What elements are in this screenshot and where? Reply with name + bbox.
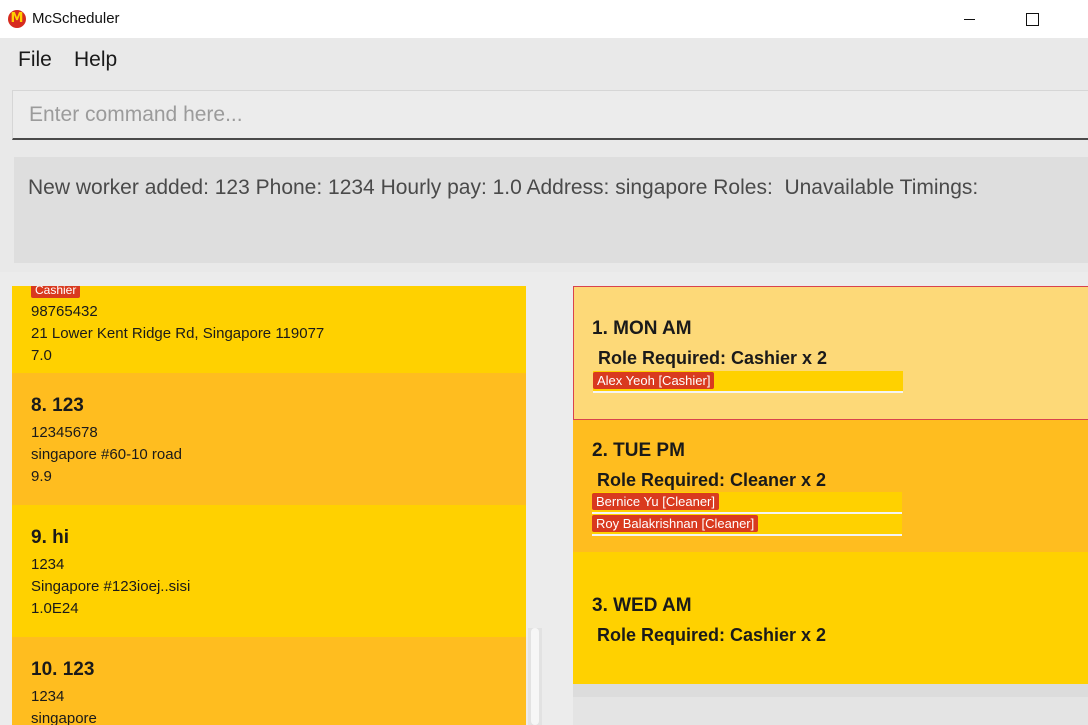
scroll-thumb[interactable]: [531, 628, 539, 725]
worker-title: 8. 123: [31, 395, 84, 416]
main-area: Cashier 98765432 21 Lower Kent Ridge Rd,…: [0, 272, 1088, 725]
shift-role: Role Required: Cashier x 2: [597, 625, 827, 645]
minimize-icon[interactable]: [946, 0, 992, 38]
menu-file[interactable]: File: [18, 48, 52, 72]
shift-title: 1. MON AM: [592, 318, 692, 339]
shift-title: 3. WED AM: [592, 595, 692, 616]
shift-title: 2. TUE PM: [592, 440, 685, 461]
worker-list[interactable]: Cashier 98765432 21 Lower Kent Ridge Rd,…: [12, 286, 526, 725]
window-title: McScheduler: [32, 10, 120, 27]
assignment-row[interactable]: Alex Yeoh [Cashier]: [593, 371, 903, 393]
worker-address: singapore: [31, 710, 97, 725]
worker-address: 21 Lower Kent Ridge Rd, Singapore 119077: [31, 325, 325, 342]
worker-phone: 98765432: [31, 303, 98, 320]
worker-address: singapore #60-10 road: [31, 446, 182, 463]
worker-card[interactable]: 9. hi 1234 Singapore #123ioej..sisi 1.0E…: [12, 505, 526, 637]
shift-role: Role Required: Cashier x 2: [598, 348, 828, 368]
result-area: New worker added: 123 Phone: 1234 Hourly…: [0, 148, 1088, 272]
command-area: [0, 82, 1088, 148]
worker-phone: 1234: [31, 688, 65, 705]
menu-bar: File Help: [0, 38, 1088, 82]
command-input[interactable]: [12, 90, 1088, 140]
result-display: New worker added: 123 Phone: 1234 Hourly…: [14, 157, 1088, 263]
title-bar: M McScheduler: [0, 0, 1088, 38]
assignment-tag: Bernice Yu [Cleaner]: [592, 493, 719, 510]
assignment-tag: Roy Balakrishnan [Cleaner]: [592, 515, 759, 532]
worker-title: 9. hi: [31, 527, 70, 548]
worker-list-scrollbar[interactable]: [528, 628, 542, 725]
worker-card[interactable]: Cashier 98765432 21 Lower Kent Ridge Rd,…: [12, 286, 526, 373]
worker-phone: 12345678: [31, 424, 98, 441]
close-button[interactable]: [1062, 0, 1088, 38]
role-tag: Cashier: [31, 286, 81, 298]
assignment-row[interactable]: Roy Balakrishnan [Cleaner]: [592, 514, 902, 536]
assignment-row[interactable]: Bernice Yu [Cleaner]: [592, 492, 902, 514]
maximize-icon[interactable]: [1008, 0, 1054, 38]
worker-pay: 1.0E24: [31, 600, 79, 617]
shift-role: Role Required: Cleaner x 2: [597, 470, 827, 490]
shift-list-footer: [573, 697, 1088, 725]
worker-address: Singapore #123ioej..sisi: [31, 578, 191, 595]
worker-pay: 7.0: [31, 347, 52, 364]
shift-card[interactable]: 3. WED AM Role Required: Cashier x 2: [573, 552, 1088, 684]
assignment-tag: Alex Yeoh [Cashier]: [593, 372, 715, 389]
worker-card[interactable]: 10. 123 1234 singapore: [12, 637, 526, 725]
worker-card[interactable]: 8. 123 12345678 singapore #60-10 road 9.…: [12, 373, 526, 505]
m-logo-icon: M: [8, 10, 26, 28]
worker-pay: 9.9: [31, 468, 52, 485]
shift-card[interactable]: 1. MON AM Role Required: Cashier x 2 Ale…: [573, 286, 1088, 420]
shift-card[interactable]: 2. TUE PM Role Required: Cleaner x 2 Ber…: [573, 420, 1088, 552]
worker-title: 10. 123: [31, 659, 95, 680]
shift-list[interactable]: 1. MON AM Role Required: Cashier x 2 Ale…: [573, 286, 1088, 725]
worker-phone: 1234: [31, 556, 65, 573]
menu-help[interactable]: Help: [74, 48, 117, 72]
